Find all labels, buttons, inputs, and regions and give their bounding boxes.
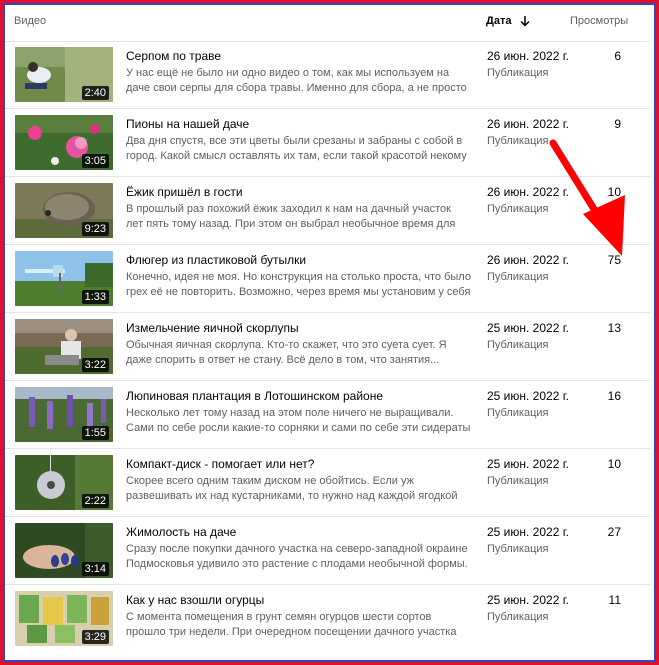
video-thumbnail[interactable]: 3:05 xyxy=(15,115,113,170)
view-count: 6 xyxy=(614,49,621,63)
video-description: В прошлый раз похожий ёжик заходил к нам… xyxy=(126,203,456,230)
duration-badge: 3:14 xyxy=(81,562,109,576)
video-description: У нас ещё не было ни одно видео о том, к… xyxy=(126,67,467,94)
video-title[interactable]: Компакт-диск - помогает или нет? xyxy=(126,457,471,471)
table-row[interactable]: 3:05 Пионы на нашей даче Два дня спустя,… xyxy=(5,109,650,177)
table-row[interactable]: 3:22 Измельчение яичной скорлупы Обычная… xyxy=(5,313,650,381)
publish-status: Публикация xyxy=(487,203,549,215)
video-title[interactable]: Серпом по траве xyxy=(126,49,471,63)
duration-badge: 3:29 xyxy=(81,630,109,644)
view-count: 27 xyxy=(607,525,621,539)
publish-status: Публикация xyxy=(487,611,549,623)
duration-badge: 2:40 xyxy=(81,86,109,100)
video-title[interactable]: Флюгер из пластиковой бутылки xyxy=(126,253,471,267)
video-title[interactable]: Пионы на нашей даче xyxy=(126,117,471,131)
video-title[interactable]: Люпиновая плантация в Лотошинском районе xyxy=(126,389,471,403)
publish-date: 25 июн. 2022 г. xyxy=(487,389,569,403)
video-description: Скорее всего одним таким диском не обойт… xyxy=(126,475,458,502)
column-header-date[interactable]: Дата xyxy=(486,15,531,27)
duration-badge: 9:23 xyxy=(81,222,109,236)
duration-badge: 1:55 xyxy=(81,426,109,440)
video-thumbnail[interactable]: 1:33 xyxy=(15,251,113,306)
publish-date: 25 июн. 2022 г. xyxy=(487,321,569,335)
video-description: С момента помещения в грунт семян огурцо… xyxy=(126,611,457,638)
view-count: 16 xyxy=(607,389,621,403)
publish-status: Публикация xyxy=(487,339,549,351)
view-count: 10 xyxy=(607,457,621,471)
date-sort-label: Дата xyxy=(486,15,512,27)
duration-badge: 1:33 xyxy=(81,290,109,304)
publish-status: Публикация xyxy=(487,135,549,147)
publish-status: Публикация xyxy=(487,407,549,419)
video-description: Два дня спустя, все эти цветы были среза… xyxy=(126,135,467,162)
publish-date: 26 июн. 2022 г. xyxy=(487,117,569,131)
duration-badge: 3:05 xyxy=(81,154,109,168)
publish-date: 25 июн. 2022 г. xyxy=(487,593,569,607)
video-thumbnail[interactable]: 1:55 xyxy=(15,387,113,442)
video-description: Обычная яичная скорлупа. Кто-то скажет, … xyxy=(126,339,447,366)
table-row[interactable]: 3:29 Как у нас взошли огурцы С момента п… xyxy=(5,585,650,653)
video-thumbnail[interactable]: 2:40 xyxy=(15,47,113,102)
table-row[interactable]: 2:22 Компакт-диск - помогает или нет? Ск… xyxy=(5,449,650,517)
view-count: 9 xyxy=(614,117,621,131)
video-thumbnail[interactable]: 3:29 xyxy=(15,591,113,646)
table-row[interactable]: 1:33 Флюгер из пластиковой бутылки Конеч… xyxy=(5,245,650,313)
video-description: Конечно, идея не моя. Но конструкция на … xyxy=(126,271,471,298)
table-row[interactable]: 9:23 Ёжик пришёл в гости В прошлый раз п… xyxy=(5,177,650,245)
column-header-views[interactable]: Просмотры xyxy=(570,15,628,27)
table-header: Видео Дата Просмотры xyxy=(5,5,650,42)
duration-badge: 2:22 xyxy=(81,494,109,508)
publish-date: 26 июн. 2022 г. xyxy=(487,253,569,267)
sort-down-arrow-icon xyxy=(520,16,530,27)
video-thumbnail[interactable]: 2:22 xyxy=(15,455,113,510)
video-title[interactable]: Жимолость на даче xyxy=(126,525,471,539)
view-count: 10 xyxy=(607,185,621,199)
view-count: 11 xyxy=(608,593,621,607)
publish-status: Публикация xyxy=(487,271,549,283)
publish-status: Публикация xyxy=(487,475,549,487)
video-title[interactable]: Ёжик пришёл в гости xyxy=(126,185,471,199)
video-thumbnail[interactable]: 3:22 xyxy=(15,319,113,374)
video-title[interactable]: Измельчение яичной скорлупы xyxy=(126,321,471,335)
table-row[interactable]: 3:14 Жимолость на даче Сразу после покуп… xyxy=(5,517,650,585)
column-header-video: Видео xyxy=(14,15,47,27)
table-row[interactable]: 1:55 Люпиновая плантация в Лотошинском р… xyxy=(5,381,650,449)
video-thumbnail[interactable]: 9:23 xyxy=(15,183,113,238)
publish-date: 25 июн. 2022 г. xyxy=(487,457,569,471)
view-count: 75 xyxy=(607,253,621,267)
publish-date: 26 июн. 2022 г. xyxy=(487,49,569,63)
video-description: Сразу после покупки дачного участка на с… xyxy=(126,543,468,570)
view-count: 13 xyxy=(607,321,621,335)
publish-status: Публикация xyxy=(487,67,549,79)
video-title[interactable]: Как у нас взошли огурцы xyxy=(126,593,471,607)
video-thumbnail[interactable]: 3:14 xyxy=(15,523,113,578)
video-description: Несколько лет тому назад на этом поле ни… xyxy=(126,407,471,434)
publish-date: 26 июн. 2022 г. xyxy=(487,185,569,199)
publish-date: 25 июн. 2022 г. xyxy=(487,525,569,539)
publish-status: Публикация xyxy=(487,543,549,555)
table-row[interactable]: 2:40 Серпом по траве У нас ещё не было н… xyxy=(5,41,650,109)
duration-badge: 3:22 xyxy=(81,358,109,372)
